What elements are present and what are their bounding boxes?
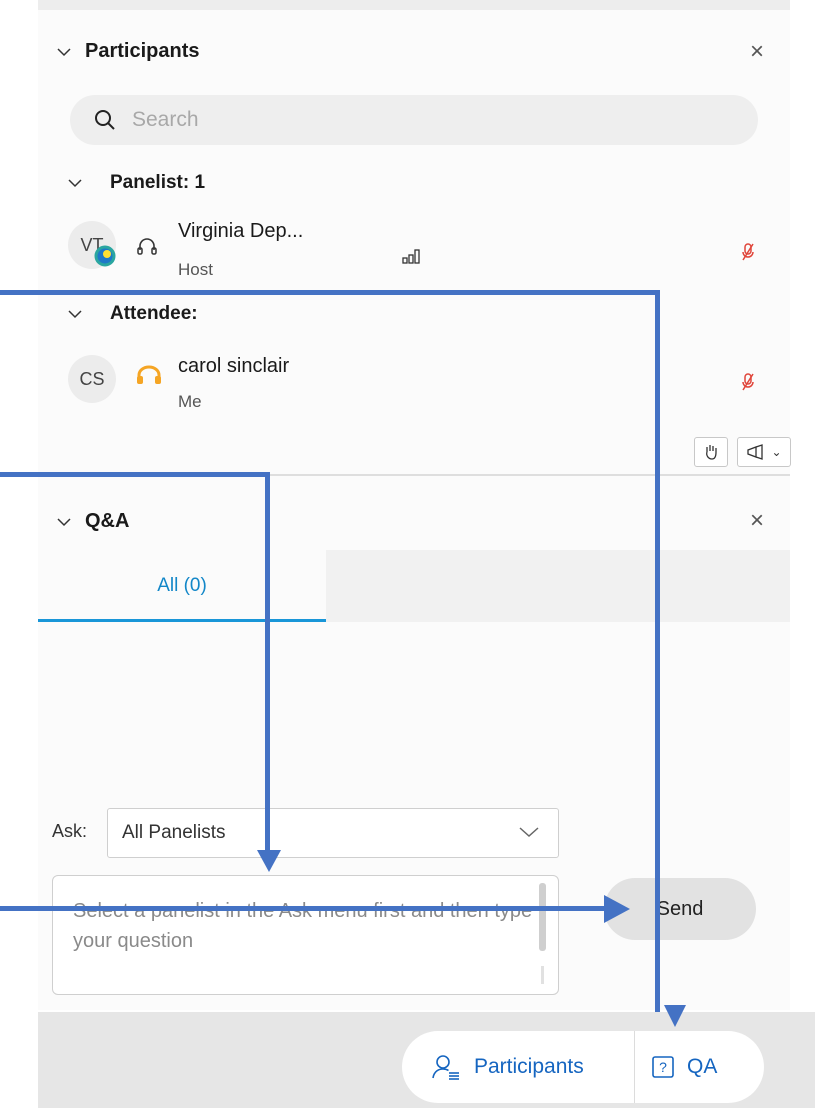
attendee-group-header[interactable]: Attendee: (68, 303, 198, 325)
question-placeholder: Select a panelist in the Ask menu first … (73, 900, 533, 952)
annotation-arrow-line (0, 906, 612, 911)
tab-all[interactable]: All (0) (38, 550, 326, 622)
search-box[interactable] (70, 95, 758, 145)
participant-role: Me (178, 392, 202, 411)
search-icon (95, 110, 115, 130)
annotation-arrowhead-icon (257, 850, 281, 872)
side-panel (38, 10, 790, 1010)
ask-selected-value: All Panelists (122, 822, 226, 843)
participants-title: Participants (85, 40, 200, 62)
panel-toggle-pill: Participants ? QA (402, 1031, 764, 1103)
annotation-arrowhead-icon (664, 1005, 686, 1027)
active-tab-underline (38, 619, 326, 622)
presenter-badge-icon (94, 245, 116, 267)
panelist-group-header[interactable]: Panelist: 1 (68, 172, 205, 194)
headset-active-icon (137, 365, 161, 384)
participant-role: Host (178, 260, 213, 279)
chevron-down-icon (68, 179, 82, 188)
close-participants-icon[interactable]: × (750, 38, 764, 66)
attendee-group-label: Attendee: (110, 303, 198, 324)
participant-name: Virginia Dep... (178, 220, 304, 242)
search-input[interactable] (130, 107, 694, 133)
textarea-scrollbar-track (541, 966, 544, 984)
annotation-arrowhead-icon (604, 895, 630, 923)
chevron-down-icon (57, 47, 71, 56)
participant-name: carol sinclair (178, 355, 290, 377)
microphone-muted-icon[interactable] (740, 372, 756, 392)
participants-toggle-button[interactable]: Participants (432, 1031, 634, 1103)
panel-top-border (38, 0, 790, 10)
qa-title: Q&A (85, 510, 130, 532)
participants-header[interactable]: Participants (57, 40, 199, 63)
annotation-arrow-line (0, 290, 660, 295)
svg-text:?: ? (659, 1059, 667, 1075)
annotation-arrow-line (655, 290, 660, 1012)
avatar: CS (68, 355, 116, 403)
chevron-down-icon: ⌄ (771, 445, 782, 459)
question-box-icon: ? (652, 1056, 674, 1078)
headset-icon (137, 238, 157, 255)
close-qa-icon[interactable]: × (750, 507, 764, 535)
chevron-down-icon (68, 310, 82, 319)
reactions-dropdown-button[interactable]: ⌄ (737, 437, 791, 467)
participants-icon (432, 1055, 459, 1080)
question-textarea[interactable]: Select a panelist in the Ask menu first … (52, 875, 559, 995)
hand-icon (706, 445, 717, 460)
annotation-arrow-line (265, 472, 270, 857)
chevron-down-icon (519, 827, 539, 838)
ask-select[interactable]: All Panelists (107, 808, 559, 858)
chevron-down-icon (57, 517, 71, 526)
qa-header[interactable]: Q&A (57, 510, 129, 533)
textarea-scrollbar[interactable] (539, 883, 546, 951)
annotation-arrow-line (0, 472, 270, 477)
audio-level-icon (402, 249, 420, 264)
raise-hand-button[interactable] (694, 437, 728, 467)
megaphone-icon (747, 444, 764, 460)
microphone-muted-icon[interactable] (740, 242, 756, 262)
panelist-group-label: Panelist: 1 (110, 172, 206, 193)
qa-toggle-button[interactable]: ? QA (651, 1031, 717, 1103)
pill-separator (634, 1031, 635, 1103)
ask-label: Ask: (52, 821, 88, 841)
